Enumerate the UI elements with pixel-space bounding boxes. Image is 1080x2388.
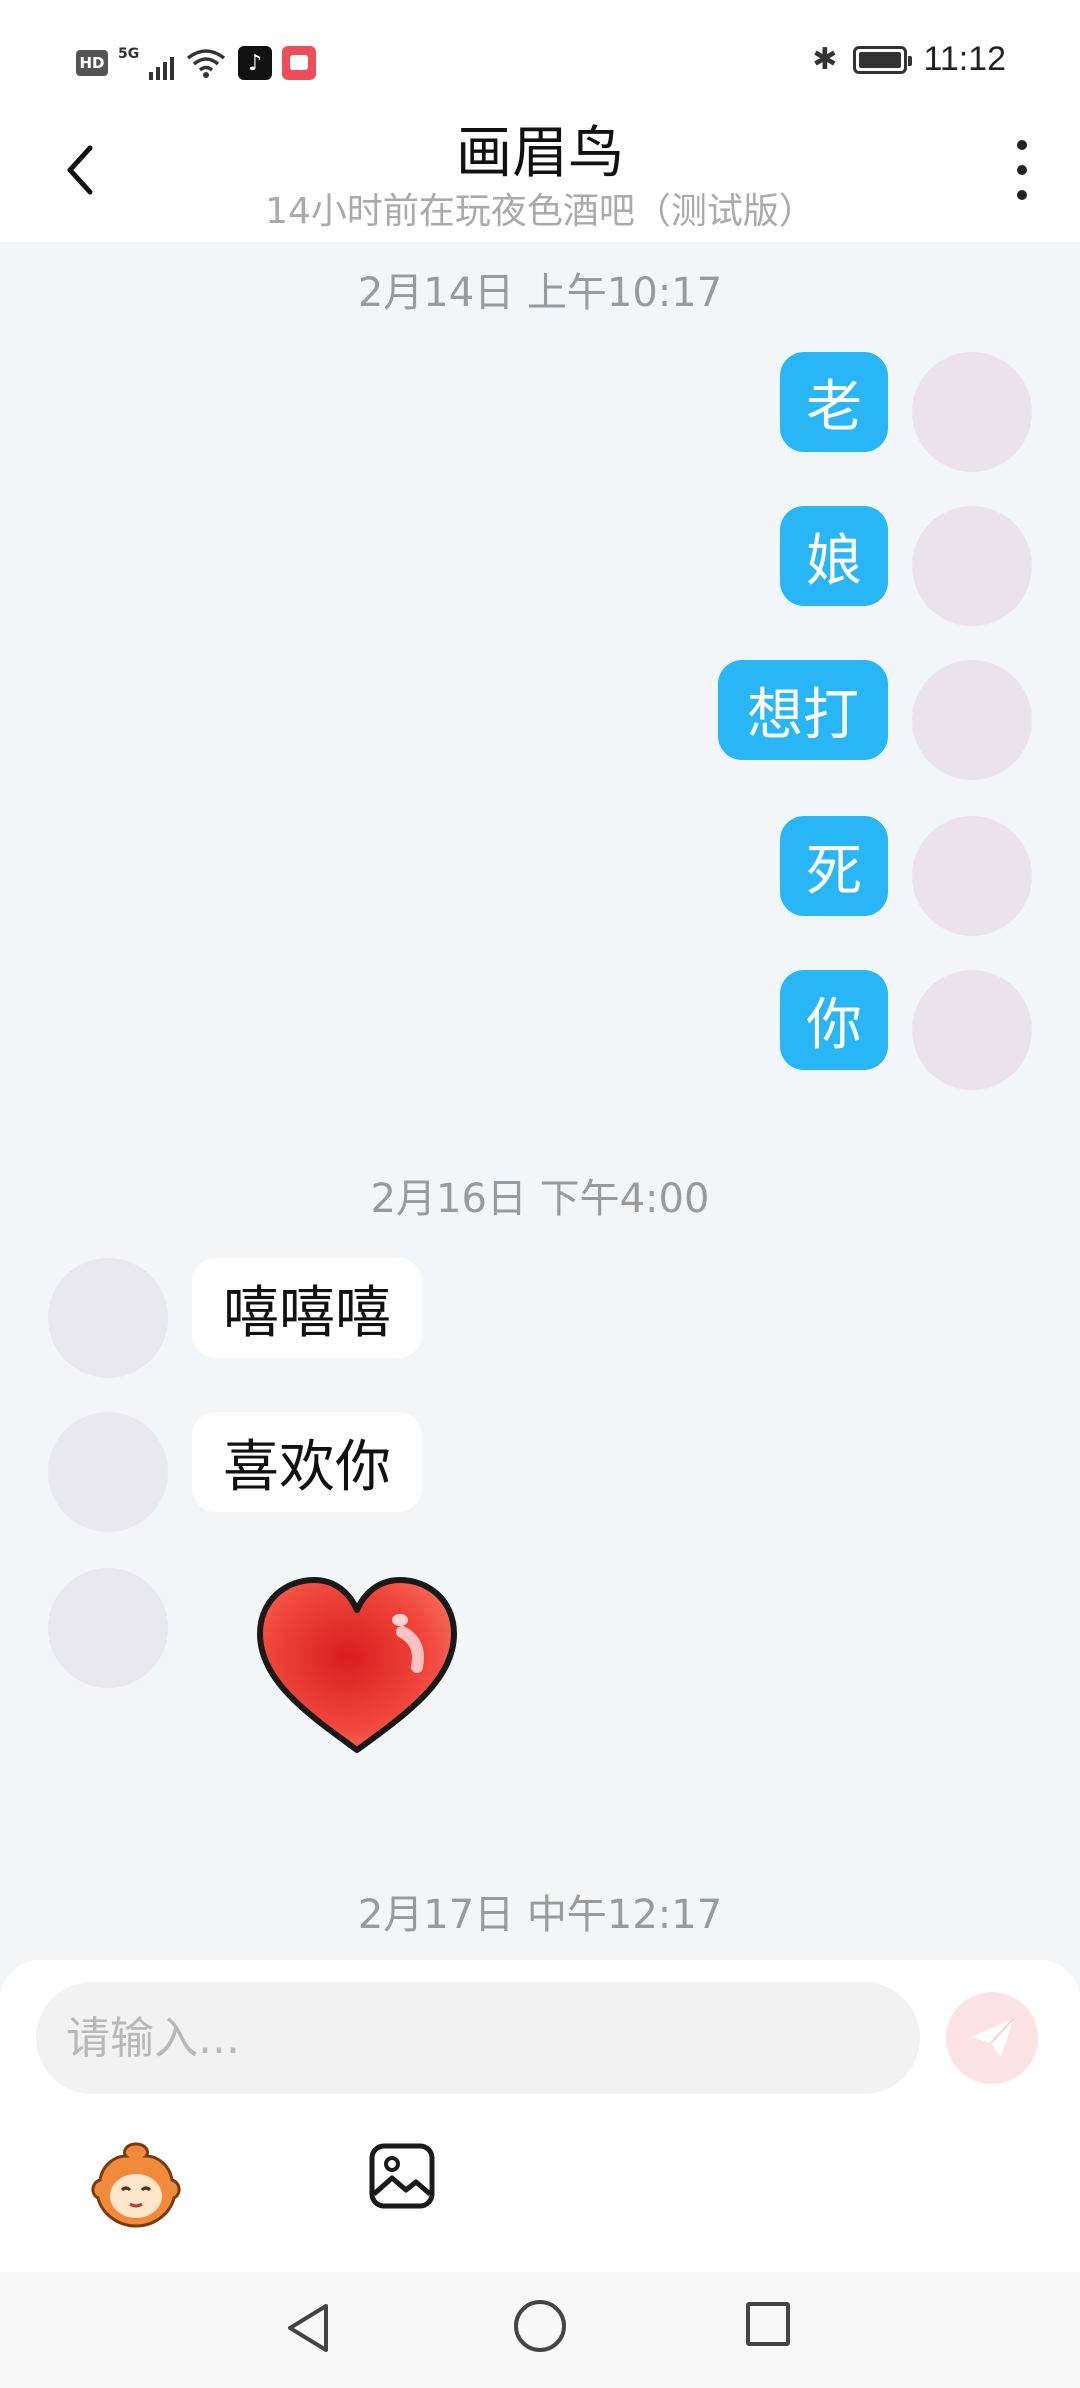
outgoing-message[interactable]: 娘 [780,506,888,606]
more-vertical-icon [1017,140,1027,150]
my-avatar[interactable] [912,352,1032,472]
contact-status: 14小时前在玩夜色酒吧（测试版） [265,191,815,232]
paper-plane-icon [971,2018,1014,2057]
outgoing-message[interactable]: 想打 [718,660,888,760]
bluetooth-icon: ✱ [812,42,838,77]
contact-avatar[interactable] [48,1568,168,1688]
my-avatar[interactable] [912,816,1032,936]
incoming-message[interactable]: 喜欢你 [192,1412,422,1512]
more-options-button[interactable] [1010,140,1034,200]
notification-app-icon [282,46,316,80]
battery-icon [853,45,913,74]
status-icons-right: ✱ 11:12 [812,40,1006,79]
signal-5g-icon: 5G [118,46,174,80]
emoji-avatar-icon[interactable] [88,2138,184,2234]
contact-avatar[interactable] [48,1412,168,1532]
composer [0,1960,1080,2272]
timestamp: 2月14日 上午10:17 [357,270,723,316]
hd-icon: HD [76,50,108,76]
tiktok-icon: ♪ [238,46,272,80]
clock: 11:12 [923,40,1006,78]
my-avatar[interactable] [912,970,1032,1090]
nav-back-icon[interactable] [282,2300,338,2356]
heart-sticker[interactable] [252,1572,462,1762]
message-input[interactable] [36,1982,920,2094]
message-list[interactable]: 2月14日 上午10:17 老 娘 想打 死 你 2月16日 下午4:00 嘻嘻… [0,242,1080,1960]
status-icons-left: HD 5G ♪ [76,46,316,80]
nav-home-icon[interactable] [514,2300,566,2352]
timestamp: 2月16日 下午4:00 [370,1176,710,1222]
system-nav-bar [0,2272,1080,2388]
wifi-icon [186,49,226,78]
my-avatar[interactable] [912,506,1032,626]
network-label: 5G [118,46,140,62]
send-button[interactable] [946,1992,1038,2084]
outgoing-message[interactable]: 老 [780,352,888,452]
chat-header: 画眉鸟 14小时前在玩夜色酒吧（测试版） [0,100,1080,242]
outgoing-message[interactable]: 死 [780,816,888,916]
contact-avatar[interactable] [48,1258,168,1378]
image-icon[interactable] [368,2142,436,2210]
my-avatar[interactable] [912,660,1032,780]
outgoing-message[interactable]: 你 [780,970,888,1070]
nav-recents-icon[interactable] [746,2302,790,2346]
contact-name: 画眉鸟 [456,121,624,186]
timestamp: 2月17日 中午12:17 [357,1892,723,1938]
incoming-message[interactable]: 嘻嘻嘻 [192,1258,422,1358]
